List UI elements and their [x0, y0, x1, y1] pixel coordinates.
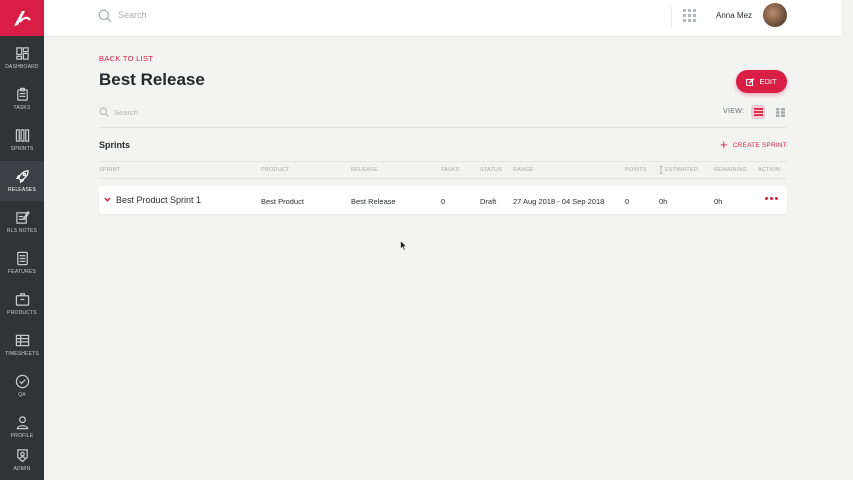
search-icon[interactable] [99, 107, 109, 117]
features-icon [16, 251, 28, 266]
divider-line [99, 127, 787, 128]
column-header-action: ACTION [758, 167, 780, 173]
user-icon [16, 416, 28, 430]
sprints-icon [15, 129, 29, 142]
sidebar-item-label: ADMIN [13, 466, 31, 472]
sidebar-item-features[interactable]: FEATURES [0, 243, 44, 283]
header-divider [671, 7, 672, 27]
dashboard-icon [15, 47, 29, 60]
column-header-sprint[interactable]: SPRINT [99, 167, 120, 173]
badge-icon [16, 449, 28, 463]
app-logo[interactable] [0, 0, 44, 36]
sprint-status: Draft [480, 197, 497, 206]
sidebar-item-admin[interactable]: ADMIN [0, 440, 44, 480]
sidebar-item-timesheets[interactable]: TIMESHEETS [0, 325, 44, 365]
sidebar-item-sprints[interactable]: SPRINTS [0, 120, 44, 160]
sprint-estimated: 0h [659, 197, 668, 206]
right-gutter [841, 0, 853, 480]
sidebar-item-label: TASKS [13, 105, 31, 111]
edit-button-label: EDIT [759, 77, 777, 86]
sidebar-item-dashboard[interactable]: DASHBOARD [0, 38, 44, 78]
apps-grid-icon[interactable] [683, 9, 696, 22]
user-name[interactable]: Anna Mez [716, 11, 752, 20]
sidebar-item-label: QA [18, 392, 26, 398]
edit-button[interactable]: EDIT [736, 70, 787, 93]
timesheets-icon [15, 334, 29, 347]
column-header-status[interactable]: STATUS [480, 167, 502, 173]
text-cursor-icon [659, 166, 663, 174]
sprints-section-title: Sprints [99, 140, 131, 150]
sidebar-item-label: RELEASES [7, 187, 36, 193]
sprint-release: Best Release [351, 197, 396, 206]
divider-line [99, 178, 787, 179]
sidebar-item-label: SPRINTS [10, 146, 34, 152]
tasks-icon [16, 87, 28, 101]
chevron-down-icon[interactable] [104, 196, 111, 203]
sidebar-item-label: FEATURES [8, 269, 36, 275]
row-actions-menu-icon[interactable] [765, 197, 778, 200]
divider-line [99, 161, 787, 162]
grid-view-icon [775, 107, 785, 117]
release-search-input[interactable]: Search [114, 108, 138, 117]
notes-icon [15, 210, 30, 224]
column-header-tasks[interactable]: TASKS [441, 167, 460, 173]
sidebar-item-qa[interactable]: QA [0, 366, 44, 406]
plus-icon: + [720, 137, 728, 152]
sidebar-item-label: PROFILE [10, 433, 34, 439]
list-view-toggle[interactable] [751, 105, 765, 119]
list-view-icon [753, 108, 763, 116]
logo-icon [14, 11, 31, 26]
sprint-range: 27 Aug 2018 - 04 Sep 2018 [513, 197, 605, 206]
mouse-pointer-icon [400, 240, 407, 251]
column-header-release[interactable]: RELEASE [351, 167, 378, 173]
column-header-range[interactable]: RANGE [513, 167, 534, 173]
create-sprint-button[interactable]: + CREATE SPRINT [720, 137, 787, 152]
sidebar-item-tasks[interactable]: TASKS [0, 79, 44, 119]
check-circle-icon [15, 374, 29, 389]
grid-view-toggle[interactable] [773, 105, 787, 119]
rocket-icon [15, 170, 29, 184]
edit-icon [746, 77, 755, 86]
sidebar-item-label: TIMESHEETS [5, 351, 39, 357]
sidebar-item-label: DASHBOARD [5, 64, 39, 70]
search-icon[interactable] [98, 9, 112, 23]
column-header-product[interactable]: PRODUCT [261, 167, 290, 173]
sprint-name[interactable]: Best Product Sprint 1 [116, 195, 201, 205]
create-sprint-label: CREATE SPRINT [732, 141, 787, 149]
search-input[interactable]: Search [118, 10, 147, 20]
view-label: VIEW: [723, 108, 745, 115]
sidebar-item-label: RLS NOTES [6, 228, 38, 234]
sprint-product: Best Product [261, 197, 304, 206]
column-header-estimated[interactable]: ESTIMATED [665, 167, 698, 173]
sprint-points: 0 [625, 197, 630, 206]
sprint-remaining: 0h [714, 197, 723, 206]
sidebar-item-releases[interactable]: RELEASES [0, 161, 44, 201]
sprint-tasks: 0 [441, 197, 446, 206]
back-to-list-link[interactable]: BACK TO LIST [99, 54, 153, 63]
column-header-points[interactable]: POINTS [625, 167, 647, 173]
column-header-remaining[interactable]: REMAINING [714, 167, 747, 173]
sidebar-item-label: PRODUCTS [7, 310, 37, 316]
sidebar-item-rls-notes[interactable]: RLS NOTES [0, 202, 44, 242]
avatar[interactable] [763, 3, 787, 27]
sidebar: DASHBOARD TASKS SPRINTS RELEASES RLS NOT… [0, 0, 44, 480]
products-icon [15, 293, 29, 306]
page-title: Best Release [99, 70, 205, 89]
sidebar-item-products[interactable]: PRODUCTS [0, 284, 44, 324]
